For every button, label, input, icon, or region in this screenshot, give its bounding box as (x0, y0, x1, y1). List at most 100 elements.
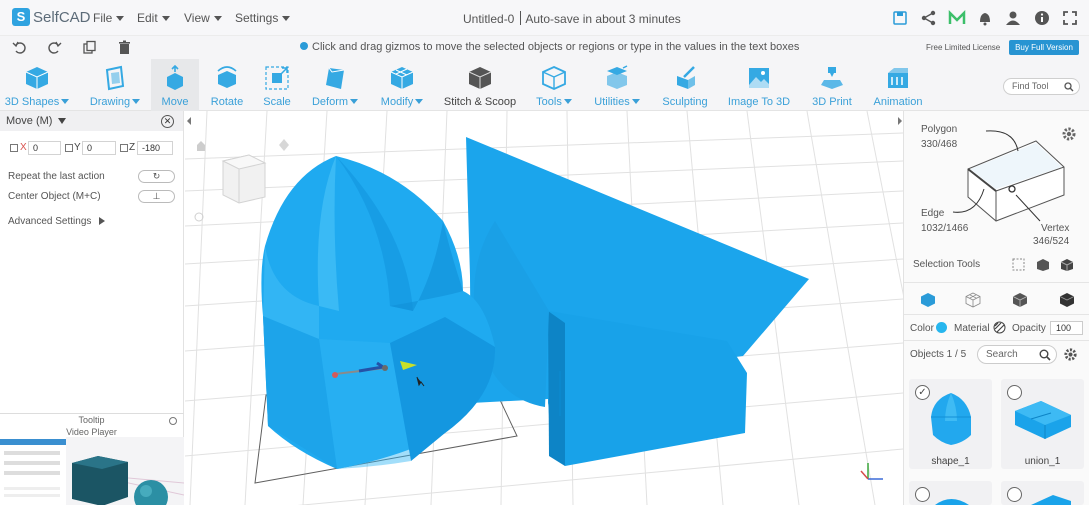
cube-icon (25, 67, 49, 89)
license-label: Free Limited License (926, 43, 1001, 52)
find-tool-input[interactable]: Find Tool (1003, 78, 1080, 95)
menu-settings[interactable]: Settings (235, 11, 290, 25)
select-faces-icon[interactable] (1036, 258, 1050, 272)
tool-sculpting[interactable]: Sculpting (658, 59, 712, 111)
hint-message: Click and drag gizmos to move the select… (312, 41, 800, 53)
advanced-settings-toggle[interactable]: Advanced Settings (8, 216, 106, 227)
x-lock-checkbox[interactable] (10, 144, 18, 152)
buy-full-version-button[interactable]: Buy Full Version (1009, 40, 1079, 55)
move-icon (167, 65, 183, 90)
object-card-partial[interactable] (909, 481, 992, 505)
menu-file[interactable]: File (93, 11, 124, 25)
object-card-union-1[interactable]: union_1 (1001, 379, 1084, 469)
tool-scale[interactable]: Scale (256, 59, 298, 111)
tool-deform[interactable]: Deform (307, 59, 363, 111)
tool-modify[interactable]: Modify (377, 59, 427, 111)
move-panel-title: Move (M) (6, 115, 53, 127)
collapse-icon[interactable] (58, 118, 67, 124)
info-icon[interactable] (1033, 9, 1051, 27)
move-panel-header[interactable]: Move (M) (0, 111, 183, 131)
center-object-button[interactable]: ⊥ (138, 190, 175, 203)
rotate-icon (217, 66, 237, 88)
select-rect-icon[interactable] (1012, 258, 1026, 272)
opacity-input[interactable]: 100 (1050, 321, 1083, 335)
view-cube[interactable] (221, 154, 267, 204)
repeat-action-button[interactable]: ↻ (138, 170, 175, 183)
object-select-checkbox[interactable] (915, 487, 930, 502)
shaded-mode-icon[interactable] (1059, 292, 1075, 308)
title-separator (519, 11, 521, 25)
shape-model[interactable] (261, 156, 496, 469)
move-panel: Move (M) ✕ X 0 Y 0 Z -180 Repeat the las… (0, 111, 184, 413)
utilities-icon (607, 65, 628, 89)
redo-icon[interactable] (47, 40, 62, 55)
z-label: Z (129, 142, 136, 153)
tool-stitch-scoop-label: Stitch & Scoop (443, 96, 517, 108)
selfcad-logo[interactable]: S SelfCAD (12, 8, 91, 26)
object-select-checkbox[interactable] (1007, 487, 1022, 502)
bell-icon[interactable] (976, 9, 994, 27)
y-lock-checkbox[interactable] (65, 144, 73, 152)
advanced-settings-label: Advanced Settings (8, 216, 92, 227)
tool-utilities[interactable]: Utilities (591, 59, 643, 111)
sculpting-icon (677, 66, 695, 89)
objects-search-input[interactable]: Search (977, 345, 1057, 364)
object-card-partial[interactable] (1001, 481, 1084, 505)
tool-3d-shapes[interactable]: 3D Shapes (4, 59, 70, 111)
wireframe-mode-icon[interactable] (965, 292, 981, 308)
solid-wire-mode-icon[interactable] (1012, 292, 1028, 308)
z-lock-checkbox[interactable] (120, 144, 128, 152)
copy-icon[interactable] (82, 40, 97, 55)
x-input[interactable]: 0 (28, 141, 61, 155)
union-model[interactable] (466, 137, 809, 466)
orbit-icon[interactable] (194, 212, 204, 222)
y-input[interactable]: 0 (82, 141, 116, 155)
viewport-canvas[interactable] (185, 111, 903, 505)
object-card-shape-1[interactable]: ✓ shape_1 (909, 379, 992, 469)
z-input[interactable]: -180 (137, 141, 173, 155)
color-swatch[interactable] (936, 322, 947, 333)
tooltip-collapse-icon[interactable] (169, 417, 177, 425)
save-icon[interactable] (891, 9, 909, 27)
tool-animation[interactable]: Animation (868, 59, 928, 111)
tool-drawing[interactable]: Drawing (86, 59, 144, 111)
material-label: Material (954, 323, 990, 334)
print-icon (821, 67, 843, 89)
video-player[interactable] (0, 437, 184, 505)
tool-stitch-scoop[interactable]: Stitch & Scoop (441, 59, 519, 111)
home-view-icon[interactable] (197, 141, 205, 151)
menu-edit[interactable]: Edit (137, 11, 170, 25)
close-panel-button[interactable]: ✕ (161, 115, 174, 128)
x-label: X (20, 142, 27, 153)
expand-arrow-icon (99, 217, 106, 225)
tool-move[interactable]: Move (151, 59, 199, 111)
tool-tools[interactable]: Tools (533, 59, 575, 111)
select-object-icon[interactable] (1060, 258, 1074, 272)
undo-icon[interactable] (12, 40, 27, 55)
drawing-icon (105, 65, 125, 91)
trash-icon[interactable] (117, 40, 132, 55)
object-name: shape_1 (931, 456, 970, 467)
share-icon[interactable] (920, 9, 938, 27)
collapse-right-panel-icon[interactable] (898, 117, 902, 125)
tool-3d-print[interactable]: 3D Print (808, 59, 856, 111)
document-name[interactable]: Untitled-0 (463, 12, 514, 26)
tool-animation-label: Animation (873, 96, 923, 108)
material-icon[interactable] (993, 321, 1006, 334)
search-icon (1064, 82, 1074, 92)
menu-view[interactable]: View (184, 11, 222, 25)
tool-rotate[interactable]: Rotate (205, 59, 249, 111)
objects-settings-icon[interactable] (1063, 347, 1078, 362)
light-icon[interactable] (279, 139, 289, 151)
tool-image-to-3d[interactable]: Image To 3D (724, 59, 794, 111)
maker-icon[interactable] (948, 9, 966, 27)
fullscreen-icon[interactable] (1061, 9, 1079, 27)
autosave-status: Auto-save in about 3 minutes (525, 12, 681, 26)
user-icon[interactable] (1004, 9, 1022, 27)
search-icon (1039, 349, 1051, 361)
gear-icon[interactable] (1061, 126, 1077, 142)
collapse-left-panel-icon[interactable] (187, 117, 191, 125)
3d-viewport[interactable] (185, 111, 903, 505)
object-mode-icon[interactable] (920, 292, 936, 308)
axis-indicator (860, 463, 883, 480)
